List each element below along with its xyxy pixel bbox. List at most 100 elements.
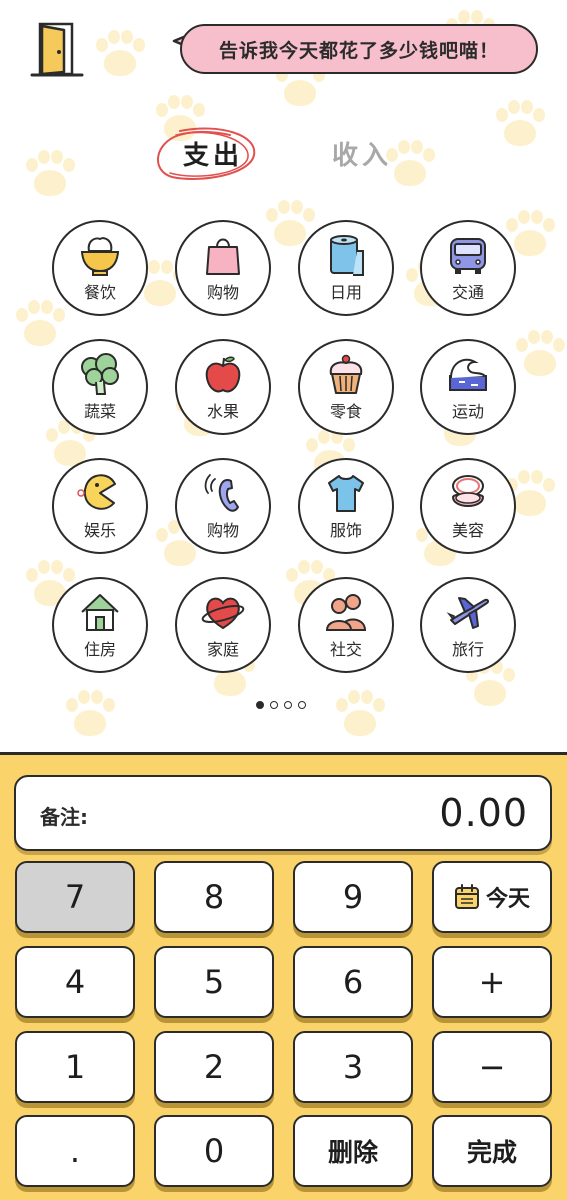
key-label: 4 [64, 963, 86, 1001]
key-label: 2 [203, 1048, 225, 1086]
house-icon [81, 594, 119, 631]
key-6[interactable]: 6 [293, 946, 413, 1018]
paw-print-decoration [60, 690, 120, 740]
category-shopping[interactable]: 购物 [175, 220, 271, 316]
category-social[interactable]: 社交 [298, 577, 394, 673]
apple-icon [205, 356, 241, 393]
category-label: 购物 [206, 283, 239, 302]
cupcake-icon [329, 354, 363, 394]
key-label: 0 [203, 1132, 225, 1170]
category-label: 餐饮 [83, 283, 116, 302]
key-2[interactable]: 2 [154, 1031, 274, 1103]
speech-bubble: 告诉我今天都花了多少钱吧喵！ [180, 24, 538, 74]
category-beauty[interactable]: 美容 [420, 458, 516, 554]
delete-button[interactable]: 删除 [293, 1115, 413, 1187]
category-label: 交通 [451, 283, 484, 302]
category-dining[interactable]: 餐饮 [52, 220, 148, 316]
heart-planet-icon [201, 597, 245, 630]
paw-print-decoration [510, 330, 567, 380]
paw-print-decoration [330, 690, 390, 740]
page-dot[interactable] [270, 701, 278, 709]
category-label: 蔬菜 [83, 402, 116, 421]
category-snacks[interactable]: 零食 [298, 339, 394, 435]
shopping-bag-icon [206, 238, 240, 275]
today-label: 今天 [485, 887, 530, 912]
bus-icon [450, 238, 486, 274]
category-shopping-2[interactable]: 购物 [175, 458, 271, 554]
broccoli-icon [81, 353, 119, 395]
category-label: 购物 [206, 521, 239, 540]
category-label: 家庭 [206, 640, 239, 659]
category-label: 社交 [329, 640, 362, 659]
page-indicator [256, 701, 306, 709]
paw-print-decoration [490, 100, 550, 150]
key-7[interactable]: 7 [15, 861, 135, 933]
category-clothing[interactable]: 服饰 [298, 458, 394, 554]
phone-icon [204, 474, 239, 512]
key-label: 7 [64, 878, 86, 916]
category-housing[interactable]: 住房 [52, 577, 148, 673]
memo-amount-field[interactable]: 备注: 0.00 [14, 775, 552, 851]
category-travel[interactable]: 旅行 [420, 577, 516, 673]
airplane-icon [446, 597, 490, 629]
key-label: 9 [342, 878, 364, 916]
category-vegetables[interactable]: 蔬菜 [52, 339, 148, 435]
key-1[interactable]: 1 [15, 1031, 135, 1103]
today-button[interactable]: 今天 [432, 861, 552, 933]
tshirt-icon [328, 475, 364, 512]
category-transport[interactable]: 交通 [420, 220, 516, 316]
paw-print-decoration [20, 150, 80, 200]
calendar-icon [454, 884, 479, 909]
category-fruit[interactable]: 水果 [175, 339, 271, 435]
key-label: . [69, 1132, 81, 1170]
key-label: 5 [203, 963, 225, 1001]
people-icon [325, 594, 367, 631]
key-label: 6 [342, 963, 364, 1001]
key-5[interactable]: 5 [154, 946, 274, 1018]
tab-expense[interactable]: 支出 [183, 135, 243, 172]
tab-income[interactable]: 收入 [332, 135, 392, 172]
category-label: 日用 [329, 283, 362, 302]
category-label: 零食 [329, 402, 362, 421]
speech-bubble-text: 告诉我今天都花了多少钱吧喵！ [218, 39, 499, 62]
key-9[interactable]: 9 [293, 861, 413, 933]
key-4[interactable]: 4 [15, 946, 135, 1018]
category-label: 住房 [83, 640, 116, 659]
toilet-paper-icon [330, 235, 364, 276]
category-label: 运动 [451, 402, 484, 421]
done-button[interactable]: 完成 [432, 1115, 552, 1187]
paw-print-decoration [10, 300, 70, 350]
key-label: 删除 [327, 1138, 378, 1167]
key-label: + [478, 963, 506, 1001]
category-sports[interactable]: 运动 [420, 339, 516, 435]
category-label: 娱乐 [83, 521, 116, 540]
category-entertainment[interactable]: 娱乐 [52, 458, 148, 554]
category-family[interactable]: 家庭 [175, 577, 271, 673]
paw-print-decoration [90, 30, 150, 80]
key-3[interactable]: 3 [293, 1031, 413, 1103]
pacman-icon [77, 474, 116, 510]
key-label: 8 [203, 878, 225, 916]
memo-label: 备注: [40, 805, 88, 829]
category-daily-use[interactable]: 日用 [298, 220, 394, 316]
compact-mirror-icon [451, 475, 485, 507]
page-dot[interactable] [284, 701, 292, 709]
key-8[interactable]: 8 [154, 861, 274, 933]
door-exit-icon[interactable] [28, 20, 86, 80]
key-0[interactable]: 0 [154, 1115, 274, 1187]
category-label: 服饰 [329, 521, 362, 540]
rice-bowl-icon [80, 237, 120, 276]
key-label: − [478, 1048, 506, 1086]
page-dot[interactable] [298, 701, 306, 709]
category-label: 旅行 [451, 640, 484, 659]
key-decimal[interactable]: . [15, 1115, 135, 1187]
minus-button[interactable]: − [432, 1031, 552, 1103]
amount-display: 0.00 [439, 791, 528, 835]
key-label: 3 [342, 1048, 364, 1086]
type-tabs: 支出 收入 [150, 125, 410, 185]
plus-button[interactable]: + [432, 946, 552, 1018]
wave-icon [449, 358, 487, 391]
category-label: 美容 [451, 521, 484, 540]
key-label: 完成 [466, 1138, 517, 1167]
page-dot-active[interactable] [256, 701, 264, 709]
